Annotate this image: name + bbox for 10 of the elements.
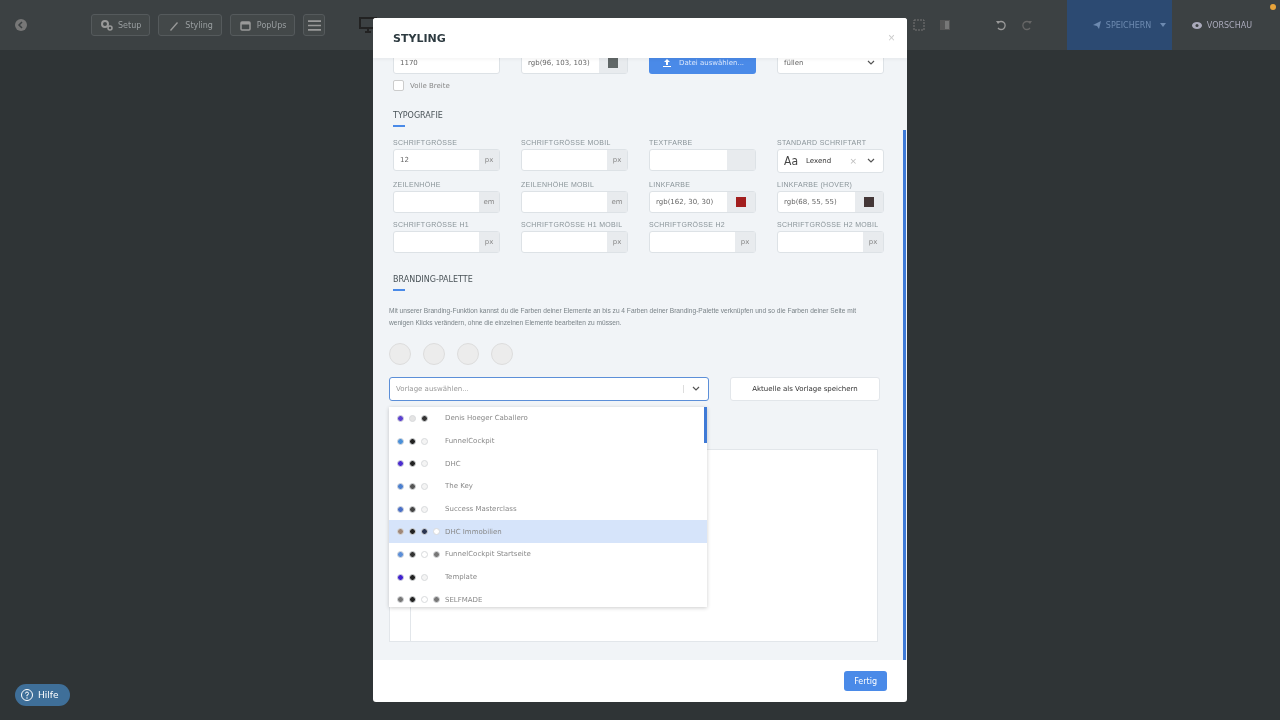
done-button[interactable]: Fertig (844, 671, 887, 691)
preview-button[interactable]: VORSCHAU (1185, 19, 1258, 31)
toolbar-button[interactable]: Styling (158, 14, 222, 36)
section-title: TYPOGRAFIE (393, 111, 444, 120)
dialog-title: STYLING (393, 31, 446, 45)
toolbar-button[interactable]: PopUps (229, 14, 296, 36)
toolbar-button[interactable]: Setup (91, 14, 151, 36)
help-button[interactable]: Hilfe (15, 684, 71, 706)
save-button[interactable]: SPEICHERN (1066, 0, 1172, 50)
section-title: BRANDING-PALETTE (393, 275, 474, 284)
